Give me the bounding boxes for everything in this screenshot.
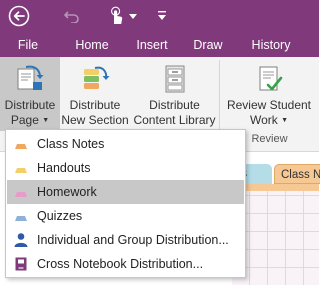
chevron-down-icon: [129, 13, 137, 19]
menu-item-handouts[interactable]: Handouts: [7, 156, 244, 180]
chevron-down-icon: ▼: [42, 117, 50, 124]
title-bar: [0, 0, 319, 33]
review-work-label-2: Work: [249, 113, 278, 127]
tab-file[interactable]: File: [8, 33, 48, 57]
section-tab-icon: [15, 216, 27, 221]
undo-icon: [64, 11, 79, 23]
menu-item-homework[interactable]: Homework: [7, 180, 244, 204]
customize-dropdown[interactable]: [128, 4, 138, 28]
distribute-section-label-1: Distribute: [69, 98, 121, 112]
distribute-new-section-button[interactable]: Distribute New Section: [60, 57, 130, 131]
chevron-down-icon: ▼: [281, 117, 289, 124]
menu-item-quizzes[interactable]: Quizzes: [7, 204, 244, 228]
undo-button[interactable]: [61, 4, 83, 28]
section-tab-icon: [15, 144, 27, 149]
section-tab-icon: [15, 192, 27, 197]
content-library-icon: [165, 65, 184, 93]
tab-home[interactable]: Home: [64, 33, 120, 57]
section-tab-class-notes[interactable]: Class N: [274, 164, 320, 184]
menu-item-label: Homework: [37, 185, 97, 199]
menu-item-label: Class Notes: [37, 137, 105, 151]
menu-item-individual-group-distribution[interactable]: Individual and Group Distribution...: [7, 228, 244, 252]
notebook-icon: [15, 257, 27, 271]
review-work-label-1: Review Student: [226, 98, 312, 112]
menu-item-label: Quizzes: [37, 209, 83, 223]
distribute-page-icon: [17, 65, 44, 90]
menu-item-cross-notebook-distribution[interactable]: Cross Notebook Distribution...: [7, 252, 244, 276]
content-library-label-1: Distribute: [149, 98, 200, 112]
more-icon: [158, 11, 166, 20]
tab-insert[interactable]: Insert: [126, 33, 178, 57]
distribute-page-label-2: Page: [10, 113, 39, 127]
tab-draw[interactable]: Draw: [184, 33, 232, 57]
review-student-work-button[interactable]: Review Student Work ▼: [221, 57, 317, 131]
touch-mode-icon: [111, 6, 123, 24]
touch-mode-button[interactable]: [106, 4, 128, 28]
back-arrow-icon: [8, 5, 30, 27]
distribute-page-menu: Class Notes Handouts Homework Quizzes In…: [5, 129, 246, 278]
menu-item-label: Individual and Group Distribution...: [37, 233, 229, 247]
menu-item-class-notes[interactable]: Class Notes: [7, 132, 244, 156]
menu-item-label: Handouts: [37, 161, 91, 175]
distribute-page-button[interactable]: Distribute Page ▼: [0, 57, 60, 131]
tab-history[interactable]: History: [242, 33, 300, 57]
back-button[interactable]: [7, 4, 31, 28]
content-library-label-2: Content Library: [133, 113, 216, 127]
distribute-section-icon: [84, 66, 110, 89]
distribute-section-label-2: New Section: [61, 113, 129, 127]
distribute-page-label-1: Distribute: [4, 98, 56, 112]
section-tab-icon: [15, 168, 27, 173]
menu-item-label: Cross Notebook Distribution...: [37, 257, 204, 271]
more-button[interactable]: [155, 4, 169, 28]
ribbon-tabs: File Home Insert Draw History: [0, 33, 319, 57]
review-work-icon: [259, 66, 283, 91]
person-icon: [14, 233, 28, 247]
distribute-content-library-button[interactable]: Distribute Content Library: [130, 57, 219, 131]
